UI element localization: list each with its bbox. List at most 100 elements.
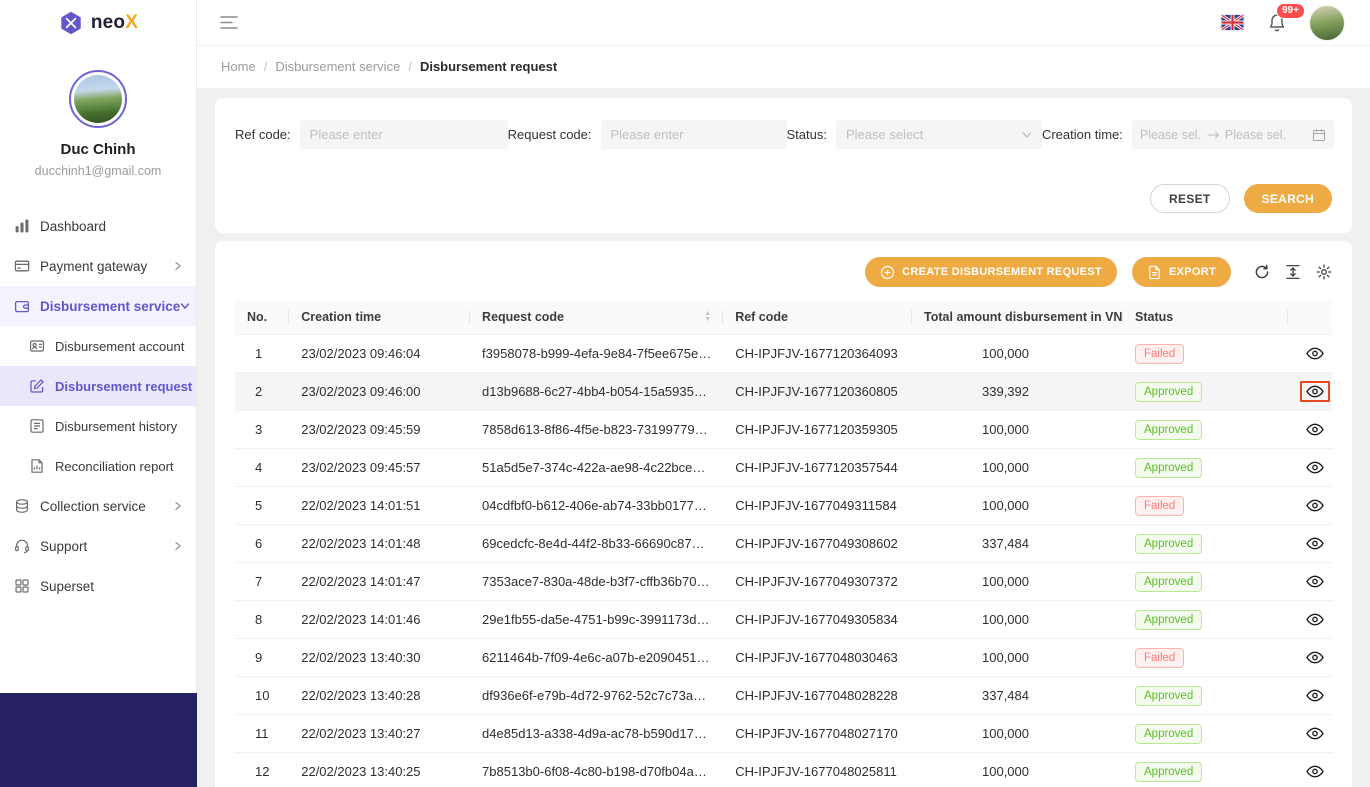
view-details-eye-icon[interactable] [1306, 688, 1324, 703]
collection-service-icon [14, 498, 30, 514]
view-details-eye-icon[interactable] [1306, 650, 1324, 665]
column-header-creation-time: Creation time [289, 300, 470, 335]
table-row: 722/02/2023 14:01:477353ace7-830a-48de-b… [235, 563, 1332, 601]
amount-cell: 100,000 [912, 639, 1123, 677]
column-label: Status [1135, 310, 1173, 324]
ref-code-input[interactable] [300, 120, 508, 149]
breadcrumb: Home/Disbursement service/Disbursement r… [197, 46, 1370, 88]
no-cell: 12 [235, 753, 289, 787]
settings-gear-icon[interactable] [1316, 264, 1332, 280]
sidebar-item-disbursement-service[interactable]: Disbursement service [0, 286, 196, 326]
column-header-request-code[interactable]: Request code▲▼ [470, 300, 723, 335]
sidebar-item-disbursement-request[interactable]: Disbursement request [0, 366, 196, 406]
creation-time-cell: 23/02/2023 09:46:00 [289, 373, 470, 411]
ref-code-cell: CH-IPJFJV-1677120357544 [723, 449, 912, 487]
status-cell: Approved [1123, 449, 1288, 487]
status-select-placeholder: Please select [846, 127, 923, 142]
ref-code-cell: CH-IPJFJV-1677120359305 [723, 411, 912, 449]
view-details-eye-icon[interactable] [1306, 384, 1324, 399]
no-cell: 7 [235, 563, 289, 601]
creation-time-cell: 22/02/2023 14:01:46 [289, 601, 470, 639]
sidebar-item-label: Superset [40, 579, 94, 594]
view-details-eye-icon[interactable] [1306, 726, 1324, 741]
notifications-button[interactable]: 99+ [1267, 13, 1287, 33]
status-badge: Approved [1135, 382, 1202, 402]
table-row: 123/02/2023 09:46:04f3958078-b999-4efa-9… [235, 335, 1332, 373]
brand-hexagon-icon [58, 10, 84, 36]
view-details-eye-icon[interactable] [1306, 574, 1324, 589]
create-disbursement-request-button[interactable]: CREATE DISBURSEMENT REQUEST [865, 257, 1117, 287]
sidebar-item-label: Disbursement history [55, 419, 177, 434]
chevron-right-icon [173, 501, 183, 511]
view-details-eye-icon[interactable] [1306, 764, 1324, 779]
create-button-label: CREATE DISBURSEMENT REQUEST [902, 266, 1102, 278]
table-row: 423/02/2023 09:45:5751a5d5e7-374c-422a-a… [235, 449, 1332, 487]
superset-icon [14, 578, 30, 594]
sidebar-menu: DashboardPayment gateway Disbursement ser… [0, 196, 196, 606]
search-button[interactable]: SEARCH [1244, 184, 1332, 213]
row-actions-cell [1288, 715, 1332, 753]
table-toolbar: CREATE DISBURSEMENT REQUEST EXPORT [235, 257, 1332, 287]
ref-code-cell: CH-IPJFJV-1677048028228 [723, 677, 912, 715]
sidebar-item-support[interactable]: Support [0, 526, 196, 566]
sidebar-item-dashboard[interactable]: Dashboard [0, 206, 196, 246]
creation-time-cell: 22/02/2023 13:40:28 [289, 677, 470, 715]
sidebar-item-payment-gateway[interactable]: Payment gateway [0, 246, 196, 286]
table-row: 223/02/2023 09:46:00d13b9688-6c27-4bb4-b… [235, 373, 1332, 411]
sidebar-footer [0, 693, 197, 787]
account-avatar[interactable] [1310, 6, 1344, 40]
status-select[interactable]: Please select [836, 120, 1042, 149]
creation-time-start-input[interactable] [1140, 128, 1202, 142]
sidebar-item-collection-service[interactable]: Collection service [0, 486, 196, 526]
view-details-eye-icon[interactable] [1306, 422, 1324, 437]
breadcrumb-item-disbursement-service[interactable]: Disbursement service [275, 59, 400, 74]
view-details-eye-icon[interactable] [1306, 346, 1324, 361]
sidebar-item-disbursement-history[interactable]: Disbursement history [0, 406, 196, 446]
creation-time-range-picker[interactable] [1132, 120, 1334, 149]
reset-button[interactable]: RESET [1150, 184, 1230, 213]
request-code-input[interactable] [601, 120, 787, 149]
filter-actions: RESET SEARCH [235, 184, 1332, 213]
language-flag-icon[interactable] [1221, 15, 1244, 30]
amount-cell: 100,000 [912, 335, 1123, 373]
view-details-eye-icon[interactable] [1306, 612, 1324, 627]
view-details-eye-icon[interactable] [1306, 460, 1324, 475]
disbursement-account-icon [29, 338, 45, 354]
no-cell: 2 [235, 373, 289, 411]
sidebar-item-reconciliation-report[interactable]: Reconciliation report [0, 446, 196, 486]
sidebar-item-label: Disbursement service [40, 299, 180, 314]
no-cell: 5 [235, 487, 289, 525]
column-height-icon[interactable] [1285, 264, 1301, 280]
export-button[interactable]: EXPORT [1132, 257, 1231, 287]
sidebar-item-label: Support [40, 539, 87, 554]
amount-cell: 337,484 [912, 525, 1123, 563]
status-badge: Approved [1135, 762, 1202, 782]
breadcrumb-separator: / [264, 59, 268, 74]
reload-icon[interactable] [1254, 264, 1270, 280]
ref-code-filter: Ref code: [235, 120, 508, 149]
sidebar-item-superset[interactable]: Superset [0, 566, 196, 606]
plus-circle-icon [880, 265, 895, 280]
sidebar-item-label: Collection service [40, 499, 146, 514]
sidebar-collapse-icon[interactable] [220, 15, 238, 30]
reconciliation-report-icon [29, 458, 45, 474]
brand-logo[interactable]: neoX [0, 0, 196, 46]
user-email: ducchinh1@gmail.com [0, 164, 196, 178]
no-cell: 1 [235, 335, 289, 373]
request-code-cell: 7353ace7-830a-48de-b3f7-cffb36b70ced [470, 563, 723, 601]
creation-time-cell: 22/02/2023 13:40:30 [289, 639, 470, 677]
status-cell: Approved [1123, 563, 1288, 601]
request-code-cell: 51a5d5e7-374c-422a-ae98-4c22bce575e6 [470, 449, 723, 487]
notification-badge: 99+ [1276, 3, 1305, 19]
view-details-eye-icon[interactable] [1306, 498, 1324, 513]
content-column: 99+ Home/Disbursement service/Disburseme… [197, 0, 1370, 787]
view-details-eye-icon[interactable] [1306, 536, 1324, 551]
sidebar-item-disbursement-account[interactable]: Disbursement account [0, 326, 196, 366]
sort-carets-icon[interactable]: ▲▼ [704, 311, 711, 323]
chevron-down-icon [180, 301, 190, 311]
user-avatar[interactable] [69, 70, 127, 128]
creation-time-end-input[interactable] [1225, 128, 1287, 142]
status-badge: Approved [1135, 724, 1202, 744]
request-code-filter: Request code: [508, 120, 787, 149]
breadcrumb-item-home[interactable]: Home [221, 59, 256, 74]
